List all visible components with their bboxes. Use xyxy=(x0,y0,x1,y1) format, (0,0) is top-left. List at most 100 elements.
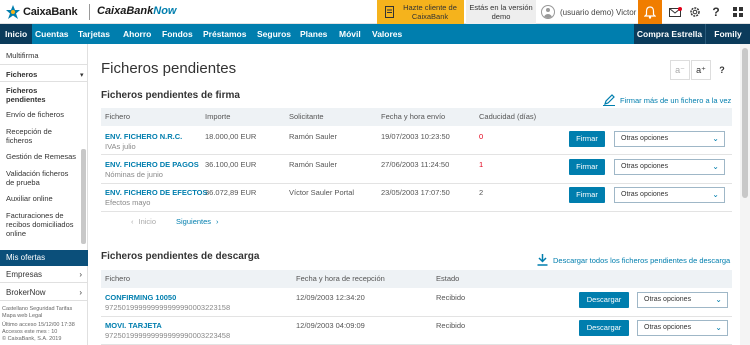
increase-font-button[interactable]: a⁺ xyxy=(691,60,711,80)
sign-button[interactable]: Firmar xyxy=(569,131,605,147)
other-options-select[interactable]: Otras opciones ⌄ xyxy=(614,131,725,147)
page-scrollbar-thumb[interactable] xyxy=(742,48,748,198)
nav-inicio[interactable]: Inicio xyxy=(0,24,33,44)
file-requester: Ramón Sauler xyxy=(289,132,337,141)
nav-compra-estrella[interactable]: Compra Estrella xyxy=(634,24,706,44)
sidebar-item-gestion-remesas[interactable]: Gestión de Remesas xyxy=(6,152,76,161)
col-caducidad: Caducidad (días) xyxy=(479,112,537,121)
col-estado: Estado xyxy=(436,274,460,283)
sidebar-divider xyxy=(0,81,88,82)
file-date: 12/09/2003 04:09:09 xyxy=(296,321,365,330)
sidebar-brokernow-label: BrokerNow xyxy=(6,288,46,297)
chevron-down-icon: ⌄ xyxy=(712,190,719,199)
download-icon xyxy=(537,254,548,266)
sidebar-item-multifirma[interactable]: Multifirma xyxy=(6,51,39,60)
sidebar-section-ficheros[interactable]: Ficheros xyxy=(6,70,37,79)
nav-prestamos[interactable]: Préstamos xyxy=(198,24,251,44)
caixabanknow-logo: CaixaBankNow xyxy=(97,5,177,17)
sign-multiple-link[interactable]: Firmar más de un fichero a la vez xyxy=(603,94,731,106)
download-all-link[interactable]: Descargar todos los ficheros pendientes … xyxy=(537,254,730,266)
pager-prev[interactable]: Inicio xyxy=(139,217,157,226)
sign-button[interactable]: Firmar xyxy=(569,187,605,203)
nav-valores[interactable]: Valores xyxy=(367,24,407,44)
file-state: Recibido xyxy=(436,293,466,302)
nav-ahorro[interactable]: Ahorro xyxy=(118,24,156,44)
other-options-label: Otras opciones xyxy=(644,296,692,303)
col-solicitante: Solicitante xyxy=(289,112,324,121)
pager-next[interactable]: Siguientes xyxy=(176,217,211,226)
become-client-banner[interactable]: Hazte cliente de CaixaBank xyxy=(377,0,464,24)
demo-text: Estás en la versión demo xyxy=(469,3,533,21)
help-button[interactable]: ? xyxy=(705,0,727,24)
file-name[interactable]: ENV. FICHERO DE PAGOS xyxy=(105,160,199,169)
access-count: Accesos este mes : 10 xyxy=(2,329,58,335)
sidebar-item-validacion[interactable]: Validación ficheros de prueba xyxy=(6,169,78,187)
col-importe: Importe xyxy=(205,112,231,121)
file-name[interactable]: CONFIRMING 10050 xyxy=(105,293,176,302)
file-name[interactable]: MOVI. TARJETA xyxy=(105,321,162,330)
sidebar-item-ficheros-pendientes[interactable]: Ficheros pendientes xyxy=(6,86,76,104)
other-options-select[interactable]: Otras opciones ⌄ xyxy=(614,187,725,203)
footer-links[interactable]: Castellano Seguridad Tarifas Mapa web Le… xyxy=(2,306,86,320)
logo-text: CaixaBank xyxy=(23,6,78,18)
file-description: IVAs julio xyxy=(105,142,136,151)
app-window: CaixaBank CaixaBankNow Hazte cliente de … xyxy=(0,0,750,345)
sidebar-empresas-label: Empresas xyxy=(6,270,43,279)
sidebar-brokernow[interactable]: BrokerNow › xyxy=(0,285,88,301)
mail-button[interactable] xyxy=(664,0,686,24)
other-options-select[interactable]: Otras opciones ⌄ xyxy=(637,320,728,336)
notifications-button[interactable] xyxy=(638,0,662,24)
other-options-select[interactable]: Otras opciones ⌄ xyxy=(614,159,725,175)
sign-button[interactable]: Firmar xyxy=(569,159,605,175)
sidebar-item-auxiliar-online[interactable]: Auxiliar online xyxy=(6,194,53,203)
file-amount: 36.072,89 EUR xyxy=(205,188,257,197)
other-options-label: Otras opciones xyxy=(644,324,692,331)
col-fichero: Fichero xyxy=(105,112,131,121)
page-title: Ficheros pendientes xyxy=(101,60,237,77)
nav-cuentas[interactable]: Cuentas xyxy=(30,24,74,44)
sidebar-item-facturaciones[interactable]: Facturaciones de recibos domiciliados on… xyxy=(6,211,78,238)
file-name[interactable]: ENV. FICHERO DE EFECTOS xyxy=(105,188,208,197)
nav-planes[interactable]: Planes xyxy=(295,24,332,44)
top-bar: CaixaBank CaixaBankNow Hazte cliente de … xyxy=(0,0,750,24)
apps-button[interactable] xyxy=(727,0,749,24)
caixabank-logo[interactable]: CaixaBank xyxy=(6,4,78,20)
sidebar-scrollbar[interactable] xyxy=(81,149,86,244)
nav-fondos[interactable]: Fondos xyxy=(157,24,198,44)
file-requester: Víctor Sauler Portal xyxy=(289,188,355,197)
sidebar-item-recepcion-ficheros[interactable]: Recepción de ficheros xyxy=(6,127,66,145)
download-all-label: Descargar todos los ficheros pendientes … xyxy=(553,255,731,265)
nav-fomily[interactable]: Fomily xyxy=(706,24,750,44)
last-access: Último acceso 15/12/00 17:38 xyxy=(2,322,75,328)
pagination: ‹ Inicio Siguientes › xyxy=(131,217,219,226)
nav-movil[interactable]: Móvil xyxy=(334,24,366,44)
chevron-right-icon: › xyxy=(79,270,82,279)
pager-next-icon[interactable]: › xyxy=(216,217,219,226)
other-options-label: Otras opciones xyxy=(621,163,669,170)
other-options-label: Otras opciones xyxy=(621,191,669,198)
sidebar-item-envio-ficheros[interactable]: Envío de ficheros xyxy=(6,110,64,119)
document-icon xyxy=(385,6,394,18)
decrease-font-button[interactable]: a⁻ xyxy=(670,60,690,80)
file-expiry: 0 xyxy=(479,132,484,141)
sidebar-mis-ofertas[interactable]: Mis ofertas xyxy=(0,250,88,266)
nav-seguros[interactable]: Seguros xyxy=(252,24,296,44)
product-prefix: CaixaBank xyxy=(97,5,154,17)
chevron-down-icon: ⌄ xyxy=(715,295,722,304)
col-fecha-envio: Fecha y hora envío xyxy=(381,112,446,121)
col-fichero: Fichero xyxy=(105,274,131,283)
user-menu[interactable]: (usuario demo) Victor xyxy=(541,4,636,20)
download-button[interactable]: Descargar xyxy=(579,320,629,336)
main-content: Ficheros pendientes a⁻ a⁺ ? Ficheros pen… xyxy=(88,44,750,345)
sign-multiple-label: Firmar más de un fichero a la vez xyxy=(620,95,732,105)
nav-tarjetas[interactable]: Tarjetas xyxy=(73,24,115,44)
sidebar-empresas[interactable]: Empresas › xyxy=(0,267,88,283)
table-row: CONFIRMING 10050 97250199999999999999000… xyxy=(101,288,732,317)
other-options-select[interactable]: Otras opciones ⌄ xyxy=(637,292,728,308)
sign-table-header: Fichero Importe Solicitante Fecha y hora… xyxy=(101,108,732,126)
page-help-button[interactable]: ? xyxy=(712,60,732,80)
settings-button[interactable] xyxy=(684,0,706,24)
download-button[interactable]: Descargar xyxy=(579,292,629,308)
bell-icon xyxy=(644,5,656,19)
file-name[interactable]: ENV. FICHERO N.R.C. xyxy=(105,132,182,141)
